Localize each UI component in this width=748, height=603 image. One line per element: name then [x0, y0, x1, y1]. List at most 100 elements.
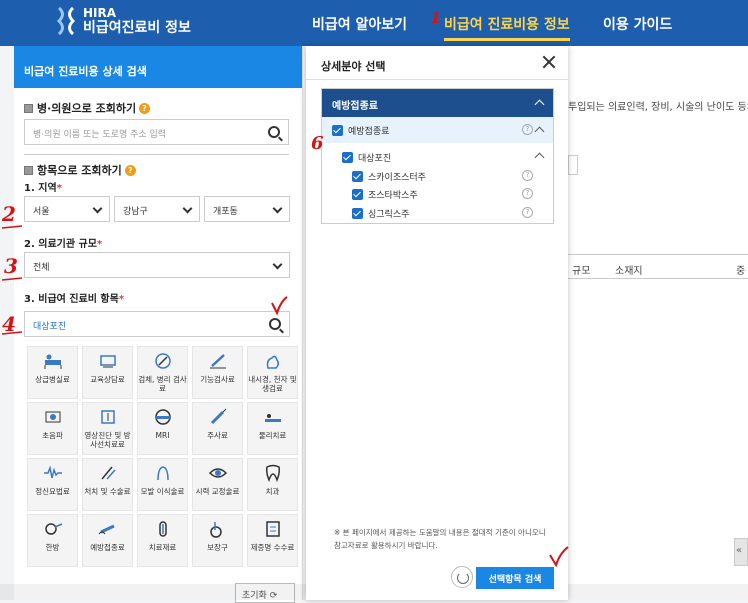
tile-assistive-device[interactable]: 보장구 — [192, 514, 243, 567]
refresh-icon[interactable] — [451, 566, 473, 588]
help-icon[interactable]: ? — [522, 124, 533, 135]
tile-hair-transplant[interactable]: 모발 이식술료 — [137, 458, 188, 511]
annotation-1: 1 — [430, 8, 442, 27]
tile-ultrasound[interactable]: 초음파 — [27, 402, 78, 455]
section-icon — [24, 165, 33, 175]
checkbox-checked-icon[interactable] — [332, 124, 343, 136]
help-icon[interactable]: ? — [522, 207, 533, 218]
tile-endoscopy[interactable]: 내시경, 천자 및 생검료 — [247, 346, 298, 399]
help-icon[interactable]: ? — [522, 188, 533, 199]
institution-scale-select[interactable]: 전체 — [24, 252, 290, 278]
item-search-input[interactable]: 대상포진 — [24, 311, 290, 337]
tree-level1-item[interactable]: 예방접종료 ? — [322, 117, 553, 143]
column-location: 소재지 — [615, 266, 643, 277]
close-icon[interactable] — [542, 55, 556, 69]
therapy-icon — [265, 414, 281, 422]
tile-function-test[interactable]: 기능검사료 — [192, 346, 243, 399]
logo-en-text: HIRA — [83, 6, 117, 20]
section-icon — [24, 103, 33, 113]
endoscope-icon — [266, 355, 280, 369]
wheelchair-icon — [210, 522, 222, 538]
tile-certificate-fee[interactable]: 제증명 수수료 — [247, 514, 298, 567]
checkbox-checked-icon[interactable] — [342, 151, 353, 163]
chevron-up-icon[interactable] — [534, 152, 545, 163]
checkmark-annotation-icon — [549, 546, 569, 567]
help-icon[interactable]: ? — [139, 102, 151, 114]
detail-category-modal: 상세분야 선택 예방접종료 예방접종료 ? 대상포진 스카이조스터주 ? 조스타… — [306, 46, 568, 600]
item-search-title: 항목으로 조회하기 — [37, 164, 122, 177]
search-icon[interactable] — [269, 318, 281, 330]
tile-room-fee[interactable]: 상급병실료 — [27, 346, 78, 399]
eye-icon — [208, 468, 228, 478]
tile-physical-therapy[interactable]: 물리치료 — [247, 402, 298, 455]
mri-icon — [155, 409, 171, 425]
modal-divider — [306, 79, 568, 80]
table-divider — [560, 278, 748, 279]
help-icon[interactable]: ? — [124, 164, 136, 176]
tile-surgery[interactable]: 처치 및 수술료 — [82, 458, 133, 511]
tree-level2-item[interactable]: 대상포진 — [322, 147, 553, 167]
section-divider — [24, 154, 289, 155]
tile-treatment-materials[interactable]: 치료재료 — [137, 514, 188, 567]
column-scale: 규모 — [572, 266, 591, 277]
intro-text: 투입되는 의료인력, 장비, 시술의 난이도 등의 — [568, 102, 748, 113]
tile-lab-test[interactable]: 검체, 병리 검사료 — [137, 346, 188, 399]
tile-imaging[interactable]: 영상진단 및 방사선치료료 — [82, 402, 133, 455]
region-city-select[interactable]: 서울 — [24, 196, 110, 222]
acupuncture-icon — [45, 523, 63, 535]
syringe-icon — [210, 408, 227, 425]
vaccine-icon — [98, 524, 115, 535]
tile-injection[interactable]: 주사료 — [192, 402, 243, 455]
hospital-search-input[interactable]: 병·의원 이름 또는 도로명 주소 입력 — [24, 119, 289, 145]
nav-noncovered-cost-info[interactable]: 비급여 진료비용 정보 — [444, 14, 570, 41]
hospital-search-heading: 병·의원으로 조회하기 ? — [24, 100, 151, 116]
implant-icon — [159, 521, 167, 537]
help-icon[interactable]: ? — [522, 170, 533, 181]
tile-mri[interactable]: MRI — [137, 402, 188, 455]
scale-label: 2. 의료기관 규모* — [24, 239, 103, 250]
chevron-down-icon — [92, 203, 103, 214]
tree-leaf-item[interactable]: 싱그릭스주 ? — [322, 203, 553, 223]
nav-user-guide[interactable]: 이용 가이드 — [603, 14, 672, 34]
tree-leaf-item[interactable]: 조스타박스주 ? — [322, 185, 553, 203]
tile-oriental-medicine[interactable]: 한방 — [27, 514, 78, 567]
panel-title: 비급여 진료비용 상세 검색 — [14, 46, 302, 88]
search-icon[interactable] — [268, 126, 280, 138]
chevron-down-icon — [182, 203, 193, 214]
table-divider — [560, 254, 748, 255]
region-district-select[interactable]: 강남구 — [114, 196, 200, 222]
nav-about-noncovered[interactable]: 비급여 알아보기 — [312, 14, 407, 34]
search-selected-button[interactable]: 선택항목 검색 — [476, 567, 554, 589]
item-search-heading: 항목으로 조회하기 ? — [24, 162, 136, 178]
pen-test-icon — [210, 354, 226, 369]
hira-logo-icon — [56, 6, 76, 36]
top-navigation-bar: HIRA 비급여진료비 정보 비급여 알아보기 비급여 진료비용 정보 이용 가… — [0, 0, 748, 46]
tile-psychotherapy[interactable]: 정신요법료 — [27, 458, 78, 511]
tile-vision-correction[interactable]: 시력 교정술료 — [192, 458, 243, 511]
region-dong-select[interactable]: 개포동 — [204, 196, 290, 222]
microscope-icon — [155, 353, 171, 369]
tile-vaccination[interactable]: 예방접종료 — [82, 514, 133, 567]
tile-education[interactable]: 교육상담료 — [82, 346, 133, 399]
checkmark-annotation-icon — [271, 296, 288, 316]
tree-group-header[interactable]: 예방접종료 — [322, 89, 553, 117]
chevron-up-icon[interactable] — [534, 126, 545, 137]
collapse-panel-button[interactable]: « — [734, 538, 748, 566]
underline-annotation-icon — [1, 225, 23, 335]
tree-leaf-item[interactable]: 스카이조스터주 ? — [322, 167, 553, 185]
modal-title: 상세분야 선택 — [321, 60, 386, 73]
region-label: 1. 지역* — [24, 183, 62, 194]
hira-logo[interactable]: HIRA 비급여진료비 정보 — [55, 6, 191, 36]
brainwave-icon — [44, 465, 62, 479]
checkbox-checked-icon[interactable] — [352, 170, 363, 182]
background-input[interactable] — [568, 155, 578, 175]
bed-icon — [44, 354, 62, 369]
xray-icon — [101, 410, 115, 424]
chevron-down-icon — [272, 259, 283, 270]
tile-dental[interactable]: 치과 — [247, 458, 298, 511]
checkbox-checked-icon[interactable] — [352, 188, 363, 200]
logo-ko-text: 비급여진료비 정보 — [83, 20, 191, 36]
chevron-down-icon — [272, 203, 283, 214]
checkbox-checked-icon[interactable] — [352, 207, 363, 219]
column-more: 중 — [736, 266, 746, 277]
